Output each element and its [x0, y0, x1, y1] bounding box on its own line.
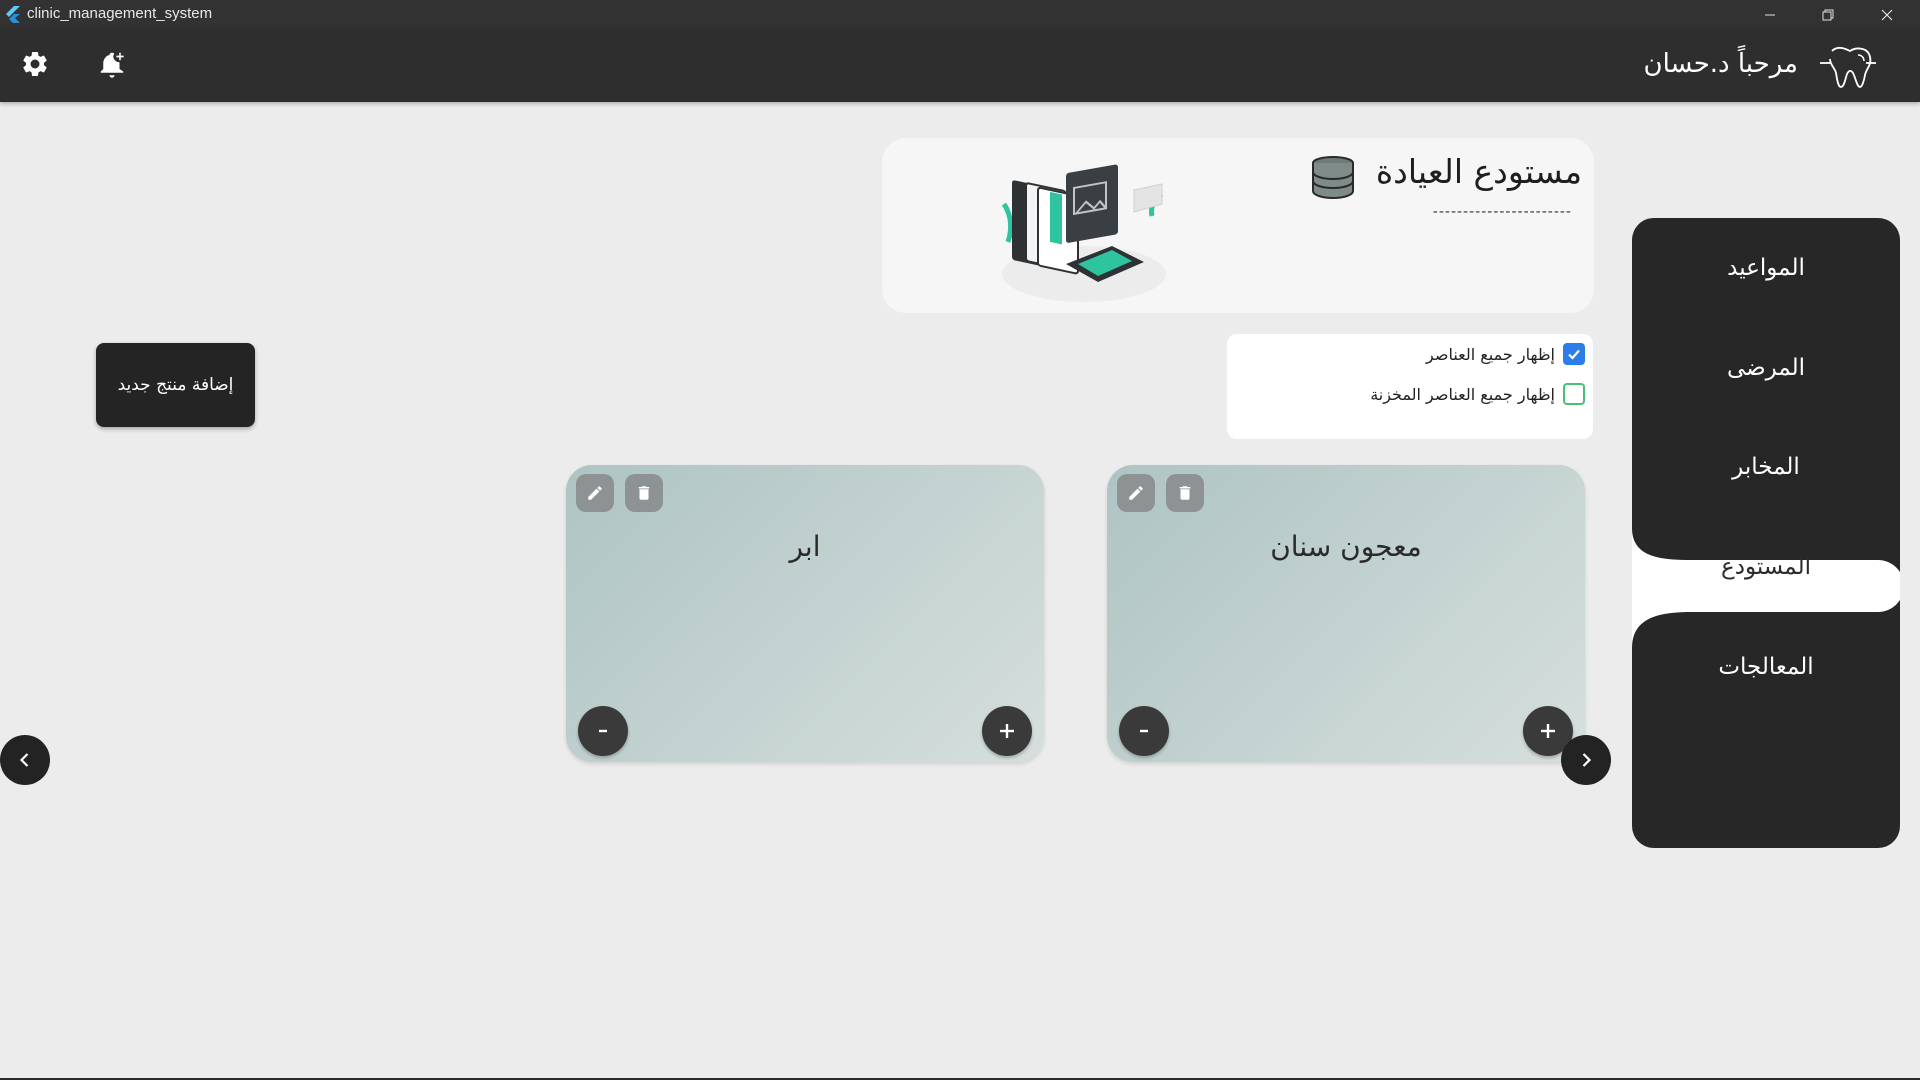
close-button[interactable] — [1859, 0, 1915, 29]
show-all-checkbox[interactable] — [1563, 343, 1585, 365]
filter-options: إظهار جميع العناصر إظهار جميع العناصر ال… — [1227, 334, 1593, 439]
files-illustration — [1001, 164, 1166, 302]
flutter-app-icon — [6, 6, 20, 23]
notification-add-icon — [100, 52, 124, 78]
product-name: ابر — [789, 530, 821, 563]
increase-quantity-button[interactable] — [982, 706, 1032, 756]
minimize-icon — [1765, 14, 1775, 15]
tooth-logo-icon — [1820, 46, 1876, 88]
close-icon — [1881, 9, 1893, 20]
sidebar-item-appointments[interactable]: المواعيد — [1632, 243, 1900, 293]
minimize-button[interactable] — [1742, 0, 1798, 29]
warehouse-header-card: مستودع العيادة ----------------------- — [882, 138, 1594, 313]
product-card: معجون سنان — [1107, 465, 1585, 762]
add-product-button[interactable]: إضافة منتج جديد — [96, 343, 255, 427]
sidebar-item-warehouse[interactable]: المستودع — [1632, 542, 1900, 592]
filter-show-all[interactable]: إظهار جميع العناصر — [1426, 341, 1585, 367]
window-title: clinic_management_system — [27, 5, 213, 22]
minus-icon — [599, 729, 607, 733]
minus-icon — [1140, 729, 1148, 733]
settings-icon — [23, 51, 47, 76]
welcome-text: مرحباً د.حسان — [1643, 49, 1798, 79]
next-page-button[interactable] — [1561, 735, 1611, 785]
product-card: ابر — [566, 465, 1044, 762]
decrease-quantity-button[interactable] — [1119, 706, 1169, 756]
plus-icon — [1000, 724, 1014, 738]
page-title: مستودع العيادة — [1375, 152, 1582, 191]
sidebar-item-labs[interactable]: المخابر — [1632, 442, 1900, 492]
delete-button[interactable] — [625, 474, 663, 512]
trash-icon — [1179, 486, 1191, 500]
app-header: مرحباً د.حسان — [0, 29, 1920, 102]
filter-label: إظهار جميع العناصر — [1426, 344, 1555, 364]
check-icon — [1568, 349, 1580, 360]
product-name: معجون سنان — [1270, 530, 1422, 563]
filter-label: إظهار جميع العناصر المخزنة — [1370, 384, 1555, 404]
decrease-quantity-button[interactable] — [578, 706, 628, 756]
window-titlebar: clinic_management_system — [0, 0, 1920, 29]
add-notification-button[interactable] — [94, 46, 130, 82]
sidebar-item-treatments[interactable]: المعالجات — [1632, 642, 1900, 692]
edit-icon — [1129, 486, 1143, 500]
edit-button[interactable] — [1117, 474, 1155, 512]
chevron-right-icon — [1582, 753, 1592, 767]
database-icon — [1312, 156, 1354, 200]
restore-button[interactable] — [1800, 0, 1856, 29]
filter-show-stored[interactable]: إظهار جميع العناصر المخزنة — [1370, 381, 1585, 407]
edit-icon — [588, 486, 602, 500]
settings-button[interactable] — [17, 46, 53, 82]
trash-icon — [638, 486, 650, 500]
title-underline: ----------------------- — [1432, 204, 1572, 220]
delete-button[interactable] — [1166, 474, 1204, 512]
sidebar-nav: المواعيد المرضى المخابر المستودع المعالج… — [1632, 218, 1900, 848]
show-stored-checkbox[interactable] — [1563, 383, 1585, 405]
edit-button[interactable] — [576, 474, 614, 512]
plus-icon — [1541, 724, 1555, 738]
restore-icon — [1822, 9, 1834, 20]
previous-page-button[interactable] — [0, 735, 50, 785]
sidebar-item-patients[interactable]: المرضى — [1632, 343, 1900, 393]
chevron-left-icon — [19, 753, 29, 767]
